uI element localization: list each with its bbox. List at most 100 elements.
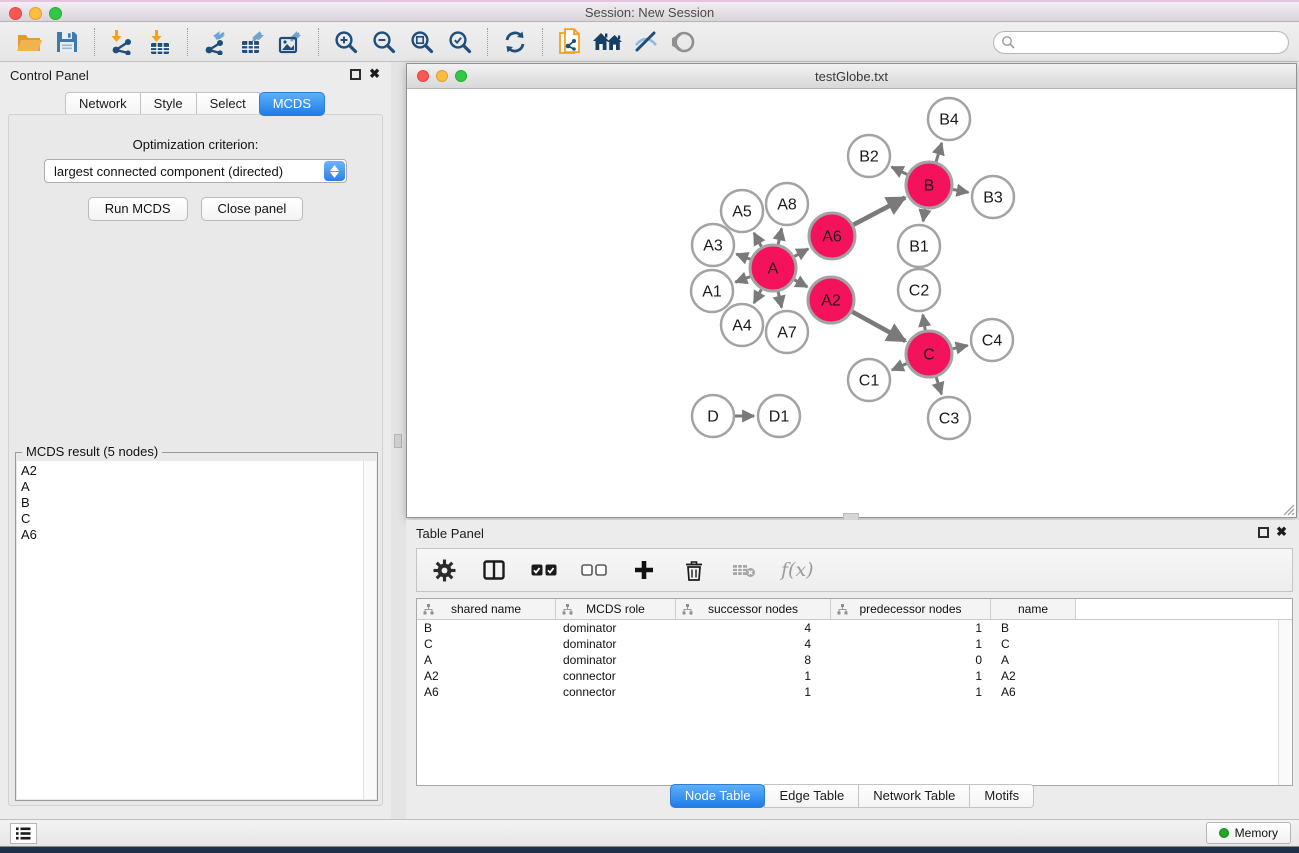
- graph-node-A1[interactable]: A1: [691, 270, 733, 312]
- graph-edge-A-A8[interactable]: [778, 228, 782, 244]
- network-document-button[interactable]: [553, 26, 587, 58]
- result-item[interactable]: C: [21, 511, 363, 527]
- table-cell[interactable]: A2: [991, 669, 1076, 683]
- tab-network-table[interactable]: Network Table: [858, 784, 970, 808]
- graph-edge-A-A5[interactable]: [754, 233, 762, 247]
- delete-column-button[interactable]: [681, 557, 707, 583]
- float-button[interactable]: [350, 69, 361, 80]
- table-cell[interactable]: 1: [831, 685, 991, 699]
- delete-table-button[interactable]: [731, 557, 757, 583]
- import-table-button[interactable]: [143, 26, 177, 58]
- run-mcds-button[interactable]: Run MCDS: [88, 197, 188, 221]
- graph-node-D[interactable]: D: [692, 395, 734, 437]
- table-row[interactable]: Cdominator41C: [417, 636, 1278, 652]
- graph-edge-A-A1[interactable]: [735, 276, 750, 282]
- result-item[interactable]: A2: [21, 463, 363, 479]
- graph-node-A6[interactable]: A6: [809, 213, 855, 259]
- graph-node-B3[interactable]: B3: [972, 176, 1014, 218]
- graph-node-C2[interactable]: C2: [898, 269, 940, 311]
- graph-edge-C-C2[interactable]: [923, 315, 925, 331]
- column-header-name[interactable]: name: [991, 599, 1076, 619]
- export-table-button[interactable]: [236, 26, 270, 58]
- graph-edge-B-B4[interactable]: [936, 143, 942, 162]
- table-cell[interactable]: B: [991, 621, 1076, 635]
- table-cell[interactable]: 4: [676, 637, 831, 651]
- home-button[interactable]: [591, 26, 625, 58]
- graph-edge-B-B2[interactable]: [892, 167, 908, 175]
- graph-edge-A2-C[interactable]: [852, 312, 905, 341]
- graph-node-A8[interactable]: A8: [766, 183, 808, 225]
- task-history-button[interactable]: [10, 823, 37, 844]
- table-row[interactable]: A6connector11A6: [417, 684, 1278, 700]
- table-row[interactable]: Bdominator41B: [417, 620, 1278, 636]
- graph-node-A3[interactable]: A3: [692, 224, 734, 266]
- table-row[interactable]: A2connector11A2: [417, 668, 1278, 684]
- table-cell[interactable]: C: [417, 637, 556, 651]
- table-cell[interactable]: A2: [417, 669, 556, 683]
- close-icon[interactable]: ✖: [1276, 524, 1287, 540]
- table-cell[interactable]: 4: [676, 621, 831, 635]
- table-cell[interactable]: B: [417, 621, 556, 635]
- graph-node-A2[interactable]: A2: [808, 277, 854, 323]
- table-cell[interactable]: A6: [991, 685, 1076, 699]
- graph-edge-A-A2[interactable]: [794, 280, 807, 287]
- open-session-button[interactable]: [12, 26, 46, 58]
- zoom-in-button[interactable]: [329, 26, 363, 58]
- graph-node-C1[interactable]: C1: [848, 359, 890, 401]
- divider-grip[interactable]: [394, 434, 402, 448]
- column-header-shared-name[interactable]: shared name: [417, 599, 556, 619]
- add-column-button[interactable]: [631, 557, 657, 583]
- show-panels-button[interactable]: [667, 26, 701, 58]
- table-cell[interactable]: dominator: [556, 621, 676, 635]
- graph-edge-A-A3[interactable]: [736, 254, 750, 259]
- function-builder-button[interactable]: f(x): [781, 559, 814, 581]
- window-resize-grip[interactable]: [1282, 503, 1295, 516]
- table-cell[interactable]: A: [417, 653, 556, 667]
- graph-edge-B-B3[interactable]: [953, 189, 969, 192]
- hide-panels-button[interactable]: [629, 26, 663, 58]
- graph-node-A4[interactable]: A4: [721, 304, 763, 346]
- deselect-all-button[interactable]: [581, 557, 607, 583]
- column-header-predecessor-nodes[interactable]: predecessor nodes: [831, 599, 991, 619]
- import-network-button[interactable]: [105, 26, 139, 58]
- column-header-MCDS-role[interactable]: MCDS role: [556, 599, 676, 619]
- graph-node-C3[interactable]: C3: [928, 397, 970, 439]
- close-panel-button[interactable]: Close panel: [201, 197, 304, 221]
- search-input[interactable]: [1016, 34, 1288, 52]
- table-cell[interactable]: A: [991, 653, 1076, 667]
- table-cell[interactable]: 0: [831, 653, 991, 667]
- graph-edge-C-C4[interactable]: [952, 345, 967, 348]
- select-all-button[interactable]: [531, 557, 557, 583]
- criterion-select[interactable]: largest connected component (directed): [44, 159, 347, 183]
- graph-node-C4[interactable]: C4: [971, 319, 1013, 361]
- graph-edge-A-A4[interactable]: [754, 289, 762, 303]
- table-cell[interactable]: 1: [676, 669, 831, 683]
- zoom-fit-button[interactable]: [405, 26, 439, 58]
- tab-style[interactable]: Style: [140, 92, 197, 116]
- graph-node-D1[interactable]: D1: [758, 395, 800, 437]
- table-cell[interactable]: 1: [831, 621, 991, 635]
- column-header-successor-nodes[interactable]: successor nodes: [676, 599, 831, 619]
- graph-node-B[interactable]: B: [906, 162, 952, 208]
- table-cell[interactable]: connector: [556, 685, 676, 699]
- graph-edge-B-B1[interactable]: [923, 209, 925, 222]
- tab-mcds[interactable]: MCDS: [259, 92, 325, 116]
- graph-edge-C-C1[interactable]: [892, 364, 907, 371]
- graph-node-B2[interactable]: B2: [848, 135, 890, 177]
- tab-select[interactable]: Select: [196, 92, 260, 116]
- network-canvas[interactable]: B4B2BB3A5A8A6B1A3AA1A2C2A4A7C4CC1C3DD1: [407, 89, 1296, 517]
- zoom-selected-button[interactable]: [443, 26, 477, 58]
- table-cell[interactable]: 8: [676, 653, 831, 667]
- table-cell[interactable]: A6: [417, 685, 556, 699]
- tab-edge-table[interactable]: Edge Table: [764, 784, 859, 808]
- panel-divider[interactable]: [391, 62, 406, 820]
- table-cell[interactable]: C: [991, 637, 1076, 651]
- graph-node-B4[interactable]: B4: [928, 98, 970, 140]
- result-item[interactable]: B: [21, 495, 363, 511]
- table-cell[interactable]: 1: [676, 685, 831, 699]
- tab-motifs[interactable]: Motifs: [969, 784, 1034, 808]
- graph-node-C[interactable]: C: [906, 331, 952, 377]
- columns-button[interactable]: [481, 557, 507, 583]
- result-item[interactable]: A6: [21, 527, 363, 543]
- refresh-layout-button[interactable]: [498, 26, 532, 58]
